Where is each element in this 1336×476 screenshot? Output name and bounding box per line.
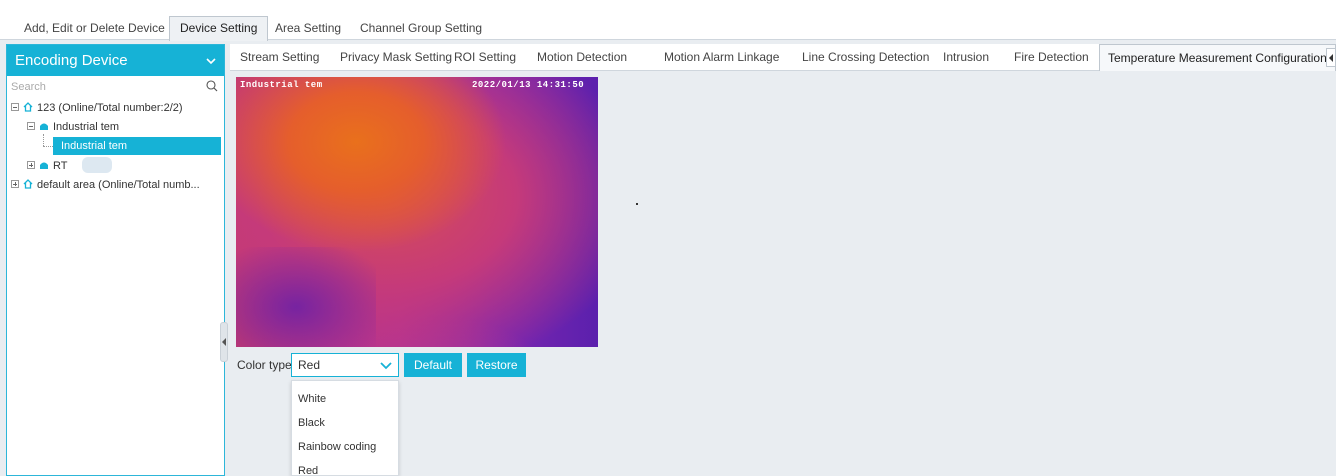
- color-type-label: Color type: [237, 358, 292, 372]
- collapse-icon[interactable]: [11, 103, 19, 112]
- camera-icon: [40, 123, 48, 131]
- color-type-selected-value: Red: [298, 358, 321, 372]
- tab-motion-alarm-linkage[interactable]: Motion Alarm Linkage: [664, 44, 779, 71]
- tree-label: 123 (Online/Total number:2/2): [37, 102, 183, 114]
- tab-stream-setting[interactable]: Stream Setting: [240, 44, 319, 71]
- tree-label: Industrial tem: [53, 121, 120, 133]
- search-row: [7, 76, 224, 98]
- home-icon: [23, 102, 33, 112]
- collapse-icon[interactable]: [27, 122, 35, 131]
- search-input[interactable]: [7, 76, 224, 98]
- video-osd-name: Industrial tem: [240, 80, 323, 90]
- tab-roi-setting[interactable]: ROI Setting: [454, 44, 516, 71]
- video-shade: [236, 247, 376, 347]
- color-option-black[interactable]: Black: [292, 412, 398, 434]
- cursor-dot: [636, 203, 638, 205]
- color-type-select[interactable]: Red: [291, 353, 399, 377]
- tab-add-edit-delete-device[interactable]: Add, Edit or Delete Device: [14, 17, 175, 40]
- search-icon[interactable]: [206, 80, 218, 92]
- color-option-red[interactable]: Red: [292, 460, 398, 476]
- restore-button[interactable]: Restore: [467, 353, 526, 377]
- color-option-white[interactable]: White: [292, 388, 398, 410]
- tree-label: default area (Online/Total numb...: [37, 179, 200, 191]
- tab-fire-detection[interactable]: Fire Detection: [1014, 44, 1089, 71]
- tab-channel-group-setting[interactable]: Channel Group Setting: [350, 17, 492, 40]
- chevron-down-icon: [206, 58, 216, 65]
- tab-motion-detection[interactable]: Motion Detection: [537, 44, 627, 71]
- tree-connector: [43, 146, 53, 147]
- tree-item-device-industrial[interactable]: Industrial tem: [27, 118, 119, 136]
- tab-temperature-measurement-configuration[interactable]: Temperature Measurement Configuration: [1099, 44, 1336, 71]
- tab-scroll-left-button[interactable]: [1326, 48, 1336, 67]
- video-osd-time: 2022/01/13 14:31:50: [472, 80, 585, 90]
- thermal-video-preview: Industrial tem 2022/01/13 14:31:50: [236, 77, 598, 347]
- tab-privacy-mask-setting[interactable]: Privacy Mask Setting: [340, 44, 452, 71]
- tab-device-setting[interactable]: Device Setting: [169, 16, 269, 41]
- camera-icon: [40, 162, 48, 170]
- color-type-dropdown-menu: White Black Rainbow coding Red: [291, 380, 399, 476]
- chevron-down-icon: [380, 362, 392, 370]
- expand-icon[interactable]: [11, 180, 19, 189]
- encoding-device-dropdown[interactable]: Encoding Device: [7, 45, 224, 76]
- tab-area-setting[interactable]: Area Setting: [265, 17, 351, 40]
- tree-item-device-rt[interactable]: RT: [27, 157, 67, 175]
- expand-icon[interactable]: [27, 161, 35, 170]
- top-tab-bar: Add, Edit or Delete Device Device Settin…: [0, 0, 1336, 41]
- tree-label: RT: [53, 160, 68, 172]
- panel-collapse-handle[interactable]: [220, 322, 228, 362]
- tab-line-crossing-detection[interactable]: Line Crossing Detection: [802, 44, 929, 71]
- tree-connector: [43, 134, 44, 146]
- blurred-region: [82, 157, 112, 173]
- tree-item-area-123[interactable]: 123 (Online/Total number:2/2): [11, 99, 183, 117]
- tree-item-area-default[interactable]: default area (Online/Total numb...: [11, 176, 200, 194]
- tree-item-channel-selected[interactable]: Industrial tem: [53, 137, 221, 155]
- tab-intrusion[interactable]: Intrusion: [943, 44, 989, 71]
- encoding-device-title: Encoding Device: [15, 52, 128, 69]
- home-icon: [23, 179, 33, 189]
- default-button[interactable]: Default: [404, 353, 462, 377]
- sub-tab-bar: Stream Setting Privacy Mask Setting ROI …: [230, 44, 1336, 71]
- color-option-rainbow-coding[interactable]: Rainbow coding: [292, 436, 398, 458]
